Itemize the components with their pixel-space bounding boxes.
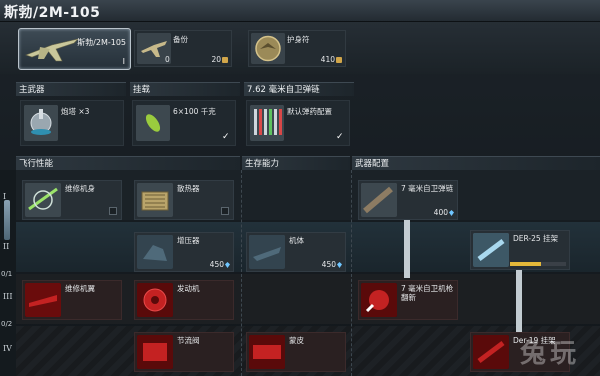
module-label: 机体 [289,236,304,245]
radiator-icon [137,183,173,217]
bomb-icon [136,105,170,141]
vehicle-card[interactable]: 斯勃/2M-105 I [18,28,131,70]
module-label: 蒙皮 [289,336,304,345]
vehicle-name: 斯勃/2M-105 [77,38,126,47]
module-connector [516,266,522,332]
module-throttle[interactable]: 节流阀 [134,332,234,372]
tier-sidebar: I II 0/1 III 0/2 IV [0,170,16,376]
primary-weapon-header: 主武器 [16,82,126,96]
tier-progress-bar [4,200,10,240]
airframe-icon [249,235,285,269]
module-cost: 450 [210,260,230,269]
skin-icon [249,335,285,369]
module-radiator[interactable]: 散热器 [134,180,234,220]
module-skin[interactable]: 蒙皮 [246,332,346,372]
module-label: 维修机身 [65,184,95,193]
backup-slot[interactable]: 备份 0 20 [134,30,232,67]
checkmark-icon: ✓ [336,132,344,142]
primary-weapon-slot[interactable]: 炮塔 ×3 [20,100,124,146]
module-airframe[interactable]: 机体 450 [246,232,346,272]
backup-label: 备份 [173,35,188,44]
primary-weapon-label: 炮塔 ×3 [61,107,90,116]
ammo-belt-icon [361,183,397,217]
module-label: 发动机 [177,284,200,293]
tier-3-label: III [3,292,13,301]
tier-1-label: I [3,192,7,201]
research-point-icon [225,262,230,268]
mount-header: 挂载 [130,82,240,96]
golden-eagle-icon [336,57,342,63]
survival-header: 生存能力 [242,156,350,170]
golden-eagle-icon [222,57,228,63]
turret-icon [361,283,397,317]
window-title: 斯勃/2M-105 [4,5,101,21]
tier-4-progress: 0/2 [1,320,13,328]
watermark: 兔玩 [519,339,580,369]
talisman-label: 护身符 [287,35,310,44]
module-engine[interactable]: 发动机 [134,280,234,320]
module-belt-7mm[interactable]: 7 毫米自卫弹链 400 [358,180,458,220]
module-turret-mg-overhaul[interactable]: 7 毫米自卫机枪翻新 [358,280,458,320]
ammo-belt-slot[interactable]: 默认弹药配置 ✓ [246,100,350,146]
module-label: 维修机翼 [65,284,95,293]
plane-icon [25,38,79,62]
tier-4-label: IV [3,344,12,353]
module-repair-fuselage[interactable]: 维修机身 [22,180,122,220]
mount-label: 6×100 千克 [173,107,216,116]
modifications-screen: 斯勃/2M-105 斯勃/2M-105 I 备份 0 20 护身符 410 主武… [0,0,600,376]
talisman-slot[interactable]: 护身符 410 [248,30,346,67]
title-bar: 斯勃/2M-105 [0,0,600,22]
tier-2-label: II [3,242,10,251]
ammo-belt-label: 默认弹药配置 [287,107,332,116]
module-label: 增压器 [177,236,200,245]
compressor-icon [137,235,173,269]
wing-icon [25,283,61,317]
module-connector [404,218,410,278]
mount-slot[interactable]: 6×100 千克 ✓ [132,100,236,146]
weapons-config-header: 武器配置 [352,156,600,170]
backup-count: 0 [165,55,170,64]
tier-3-progress: 0/1 [1,270,13,278]
belt-header: 7.62 毫米自卫弹链 [244,82,354,96]
vehicle-rank: I [122,57,125,66]
module-label: 7 毫米自卫机枪翻新 [401,284,454,302]
wrench-plane-icon [25,183,61,217]
checkmark-icon: ✓ [222,132,230,142]
column-divider [241,170,242,376]
research-point-icon [449,210,454,216]
engine-icon [137,283,173,317]
module-repair-wings[interactable]: 维修机翼 [22,280,122,320]
module-label: DER-25 挂架 [513,234,559,243]
module-label: 散热器 [177,184,200,193]
talisman-price: 410 [321,55,342,64]
module-compressor[interactable]: 增压器 450 [134,232,234,272]
module-label: 7 毫米自卫弹链 [401,184,454,193]
talisman-icon [251,33,285,64]
research-progress-bar [510,262,566,266]
turret-icon [24,105,58,141]
module-cost: 450 [322,260,342,269]
flight-header: 飞行性能 [16,156,240,170]
module-label: 节流阀 [177,336,200,345]
bomb-rack-icon [473,335,509,369]
module-cost: 400 [434,208,454,217]
research-point-icon [337,262,342,268]
checkbox[interactable] [221,207,229,215]
backup-price: 20 [211,55,228,64]
column-divider [351,170,352,376]
bomb-rack-icon [473,233,509,267]
research-progress-fill [510,262,541,266]
ammo-belt-icon [250,105,284,141]
throttle-icon [137,335,173,369]
checkbox[interactable] [109,207,117,215]
